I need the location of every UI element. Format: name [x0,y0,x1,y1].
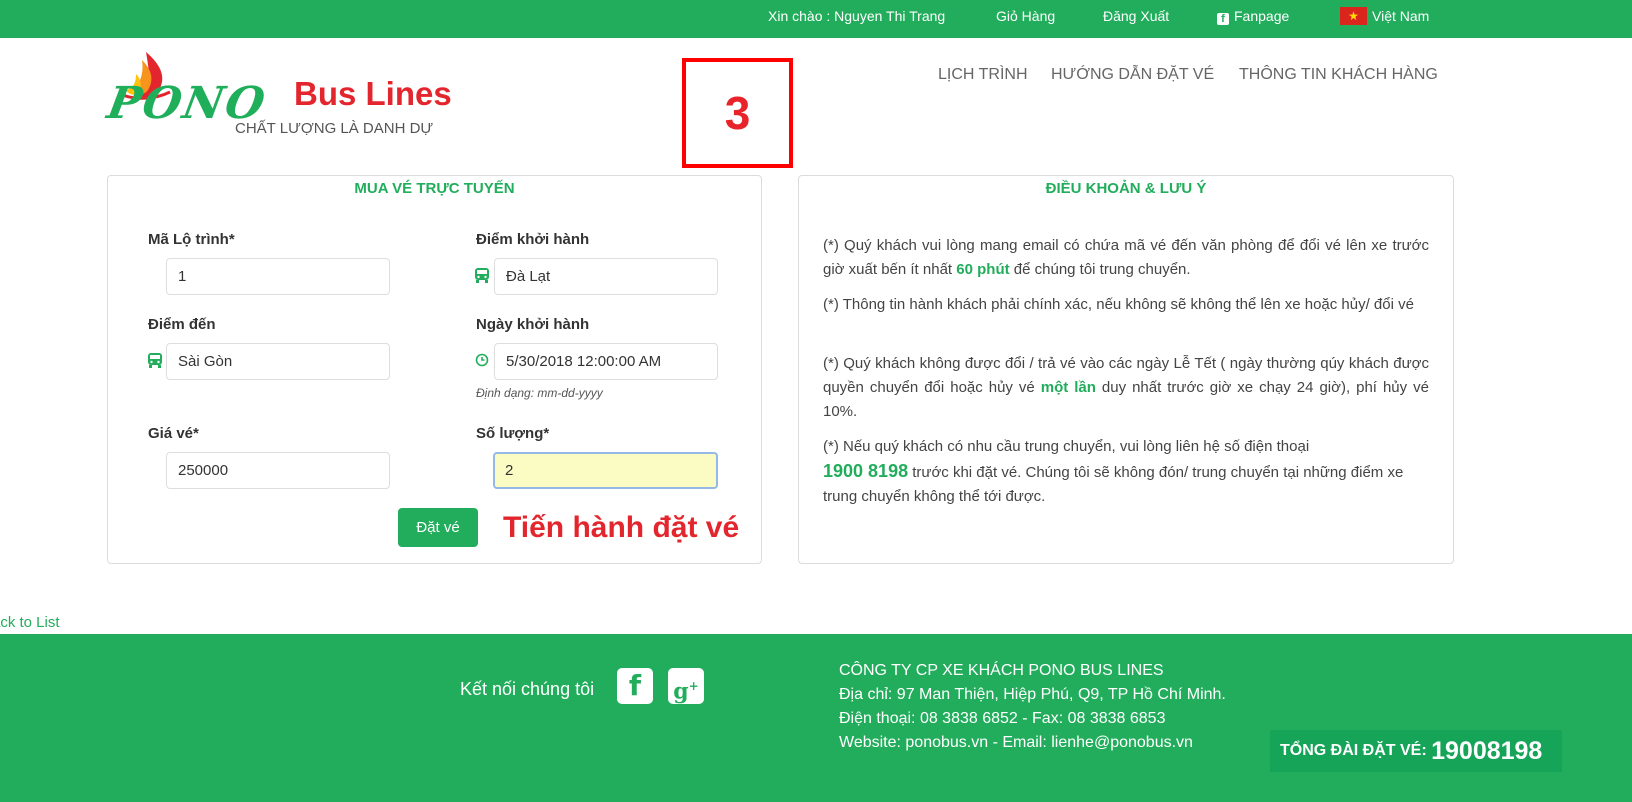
vietnam-flag-icon [1340,7,1367,25]
footer-connect-label: Kết nối chúng tôi [460,679,595,699]
terms-paragraph-4: (*) Nếu quý khách có nhu cầu trung chuyể… [823,438,1404,505]
hotline-number: 19008198 [1431,737,1543,765]
terms-panel-title: ĐIỀU KHOẢN & LƯU Ý [1045,180,1207,197]
footer: Kết nối chúng tôi f g+ CÔNG TY CP XE KHÁ… [0,634,1632,802]
google-plus-icon[interactable]: g+ [668,668,704,704]
bus-icon [474,267,490,288]
greeting-text: Xin chào : Nguyen Thi Trang [768,8,946,24]
nav-schedule[interactable]: LỊCH TRÌNH [938,66,1028,84]
annotation-text: Tiến hành đặt vé [503,511,740,544]
logo-name: Bus Lines [294,75,452,112]
footer-web: Website: ponobus.vn - Email: lienhe@pono… [839,734,1193,751]
footer-phone: Điện thoại: 08 3838 6852 - Fax: 08 3838 … [839,710,1166,727]
logout-link[interactable]: Đăng Xuất [1103,8,1169,24]
fanpage-label: Fanpage [1234,8,1290,24]
language-label: Việt Nam [1372,8,1430,24]
route-code-label: Mã Lộ trình* [148,231,235,248]
hotline-badge[interactable]: TỔNG ĐÀI ĐẶT VÉ: 19008198 [1270,730,1562,772]
step-number-box: 3 [682,58,793,168]
nav-customer-info[interactable]: THÔNG TIN KHÁCH HÀNG [1239,66,1438,84]
quantity-input[interactable]: 2 [493,452,718,489]
price-input[interactable]: 250000 [166,452,390,489]
fanpage-link[interactable]: f Fanpage [1217,8,1289,25]
date-input[interactable]: 5/30/2018 12:00:00 AM [494,343,718,380]
footer-company: CÔNG TY CP XE KHÁCH PONO BUS LINES [839,662,1164,679]
date-format-hint: Định dạng: mm-dd-yyyy [476,386,603,400]
route-code-input[interactable]: 1 [166,258,390,295]
terms-paragraph-2: (*) Thông tin hành khách phải chính xác,… [823,296,1414,313]
hotline-label: TỔNG ĐÀI ĐẶT VÉ: [1280,742,1432,759]
departure-input[interactable]: Đà Lạt [494,258,718,295]
book-ticket-button[interactable]: Đặt vé [398,508,478,547]
step-number: 3 [724,87,751,139]
nav-booking-guide[interactable]: HƯỚNG DẪN ĐẶT VÉ [1051,66,1214,84]
cart-link[interactable]: Giỏ Hàng [996,8,1055,24]
departure-label: Điểm khởi hành [476,231,590,248]
terms-paragraph-3: (*) Quý khách không được đổi / trả vé và… [823,355,1429,420]
facebook-icon: f [1217,13,1229,25]
facebook-icon[interactable]: f [617,668,653,704]
quantity-label: Số lượng* [476,425,550,442]
destination-input[interactable]: Sài Gòn [166,343,390,380]
top-bar: Xin chào : Nguyen Thi Trang Giỏ Hàng Đăn… [0,0,1632,38]
clock-icon [475,353,489,371]
price-label: Giá vé* [148,425,199,442]
terms-paragraph-1: (*) Quý khách vui lòng mang email có chứ… [823,237,1429,278]
back-to-list-link[interactable]: ack to List [0,614,60,631]
site-logo[interactable]: PONO Bus Lines CHẤT LƯỢNG LÀ DANH DỰ [104,50,468,145]
destination-label: Điểm đến [148,316,216,333]
date-label: Ngày khởi hành [476,316,590,333]
logo-slogan: CHẤT LƯỢNG LÀ DANH DỰ [235,120,434,137]
footer-address: Địa chỉ: 97 Man Thiện, Hiệp Phú, Q9, TP … [839,686,1226,703]
booking-panel-title: MUA VÉ TRỰC TUYẾN [354,180,515,197]
language-selector[interactable]: Việt Nam [1340,7,1429,25]
terms-panel: ĐIỀU KHOẢN & LƯU Ý (*) Quý khách vui lòn… [798,175,1454,564]
bus-icon [147,352,163,373]
